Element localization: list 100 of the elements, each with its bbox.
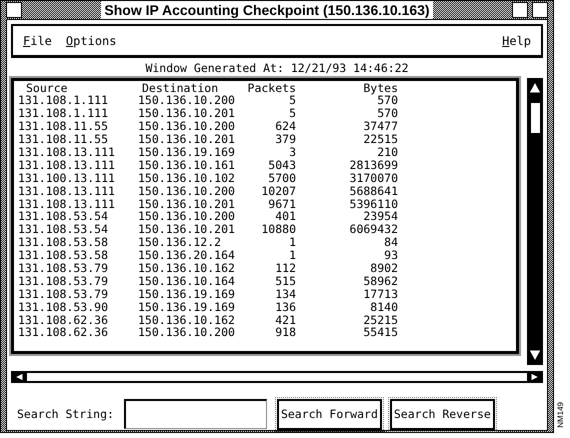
table-cell: 570 — [377, 93, 398, 108]
table-cell: 421 — [275, 312, 296, 327]
table-cell: 150.136.10.201 — [138, 106, 235, 120]
table-cell: 131.100.13.111 — [18, 170, 115, 185]
table-cell: 131.108.1.111 — [18, 93, 108, 108]
table-cell: 5396110 — [350, 196, 398, 211]
table-cell: 131.108.1.111 — [18, 106, 108, 120]
scroll-thumb[interactable] — [531, 102, 540, 132]
table-cell: 150.136.10.161 — [138, 158, 235, 172]
search-label: Search String: — [17, 408, 114, 420]
table-cell: 3170070 — [350, 170, 398, 185]
table-cell: 150.136.10.200 — [138, 325, 235, 340]
table-cell: 624 — [275, 119, 296, 134]
menu-item[interactable]: File — [23, 35, 52, 47]
table-cell: 379 — [275, 132, 296, 146]
table-cell: 150.136.19.169 — [138, 144, 235, 159]
column-header: Destination — [142, 80, 218, 94]
vertical-scrollbar[interactable] — [527, 78, 543, 364]
table-cell: 131.108.53.54 — [18, 209, 108, 224]
table-cell: 131.108.62.36 — [18, 325, 108, 340]
table-cell: 210 — [377, 144, 398, 159]
search-button[interactable]: Search Forward — [276, 398, 382, 430]
table-cell: 150.136.12.2 — [138, 235, 222, 250]
down-arrow-icon[interactable] — [528, 349, 542, 362]
table-cell: 131.108.11.55 — [18, 132, 108, 146]
table-cell: 1 — [289, 248, 296, 262]
table-cell: 150.136.10.102 — [138, 170, 235, 185]
table-cell: 3 — [289, 144, 296, 159]
maximize-button[interactable] — [532, 2, 548, 18]
table-cell: 131.108.53.79 — [18, 260, 108, 275]
table-cell: 150.136.10.201 — [138, 132, 235, 146]
table-cell: 131.108.53.58 — [18, 235, 108, 250]
table-cell: 2813699 — [350, 158, 398, 172]
table-cell: 37477 — [363, 119, 398, 134]
table-cell: 6069432 — [350, 222, 398, 236]
window-title: Show IP Accounting Checkpoint (150.136.10.163) — [101, 1, 433, 19]
table-cell: 112 — [275, 260, 296, 275]
table-cell: 131.108.53.79 — [18, 274, 108, 288]
column-header: Bytes — [363, 80, 398, 94]
table-cell: 5 — [289, 106, 296, 120]
table-cell: 23954 — [363, 209, 398, 224]
table-cell: 150.136.10.164 — [138, 274, 235, 288]
table-cell: 150.136.10.200 — [138, 93, 235, 108]
column-header: Packets — [248, 80, 296, 94]
table-cell: 131.108.53.58 — [18, 248, 108, 262]
table-cell: 9671 — [268, 196, 296, 211]
table-cell: 5688641 — [350, 184, 398, 198]
table-cell: 131.108.13.111 — [18, 158, 115, 172]
table-cell: 55415 — [363, 325, 398, 340]
table-cell: 150.136.10.200 — [138, 119, 235, 134]
table-cell: 515 — [275, 274, 296, 288]
table-cell: 131.108.13.111 — [18, 196, 115, 211]
table-cell: 8140 — [370, 300, 398, 314]
right-arrow-icon[interactable] — [530, 372, 540, 382]
table-cell: 150.136.19.169 — [138, 300, 235, 314]
table-cell: 150.136.10.201 — [138, 222, 235, 236]
table-cell: 150.136.10.162 — [138, 260, 235, 275]
search-field[interactable] — [124, 399, 267, 430]
figure-id: NM149 — [557, 402, 566, 428]
table-cell: 131.108.62.36 — [18, 312, 108, 327]
minimize-button[interactable] — [512, 2, 528, 18]
table-cell: 5043 — [268, 158, 296, 172]
left-arrow-icon[interactable] — [14, 372, 24, 382]
table-cell: 150.136.10.162 — [138, 312, 235, 327]
table-cell: 131.108.13.111 — [18, 144, 115, 159]
table-cell: 25215 — [363, 312, 398, 327]
table-cell: 5700 — [268, 170, 296, 185]
table-cell: 10207 — [261, 184, 296, 198]
table-cell: 570 — [377, 106, 398, 120]
table-cell: 131.108.53.54 — [18, 222, 108, 236]
table-cell: 84 — [384, 235, 398, 250]
search-button[interactable]: Search Reverse — [390, 398, 495, 430]
menu-item[interactable]: Help — [502, 35, 531, 47]
table-cell: 131.108.53.79 — [18, 286, 108, 301]
table-cell: 150.136.10.200 — [138, 184, 235, 198]
table-cell: 136 — [275, 300, 296, 314]
table-cell: 93 — [384, 248, 398, 262]
window-menu-button[interactable] — [6, 2, 22, 18]
table-cell: 918 — [275, 325, 296, 340]
table-cell: 8902 — [370, 260, 398, 275]
table-cell: 150.136.10.200 — [138, 209, 235, 224]
table-cell: 150.136.10.201 — [138, 196, 235, 211]
horizontal-scrollbar[interactable] — [11, 370, 543, 382]
up-arrow-icon[interactable] — [528, 80, 542, 93]
table-cell: 5 — [289, 93, 296, 108]
table-cell: 401 — [275, 209, 296, 224]
table-cell: 150.136.20.164 — [138, 248, 235, 262]
table-cell: 131.108.53.90 — [18, 300, 108, 314]
table-cell: 22515 — [363, 132, 398, 146]
table-cell: 150.136.19.169 — [138, 286, 235, 301]
column-header: Source — [26, 80, 68, 94]
table-cell: 58962 — [363, 274, 398, 288]
table-cell: 131.108.13.111 — [18, 184, 115, 198]
table-cell: 131.108.11.55 — [18, 119, 108, 134]
generated-timestamp: Window Generated At: 12/21/93 14:46:22 — [144, 60, 410, 77]
menu-item[interactable]: Options — [66, 35, 117, 47]
table-cell: 17713 — [363, 286, 398, 301]
table-cell: 134 — [275, 286, 296, 301]
table-cell: 1 — [289, 235, 296, 250]
table-cell: 10880 — [261, 222, 296, 236]
